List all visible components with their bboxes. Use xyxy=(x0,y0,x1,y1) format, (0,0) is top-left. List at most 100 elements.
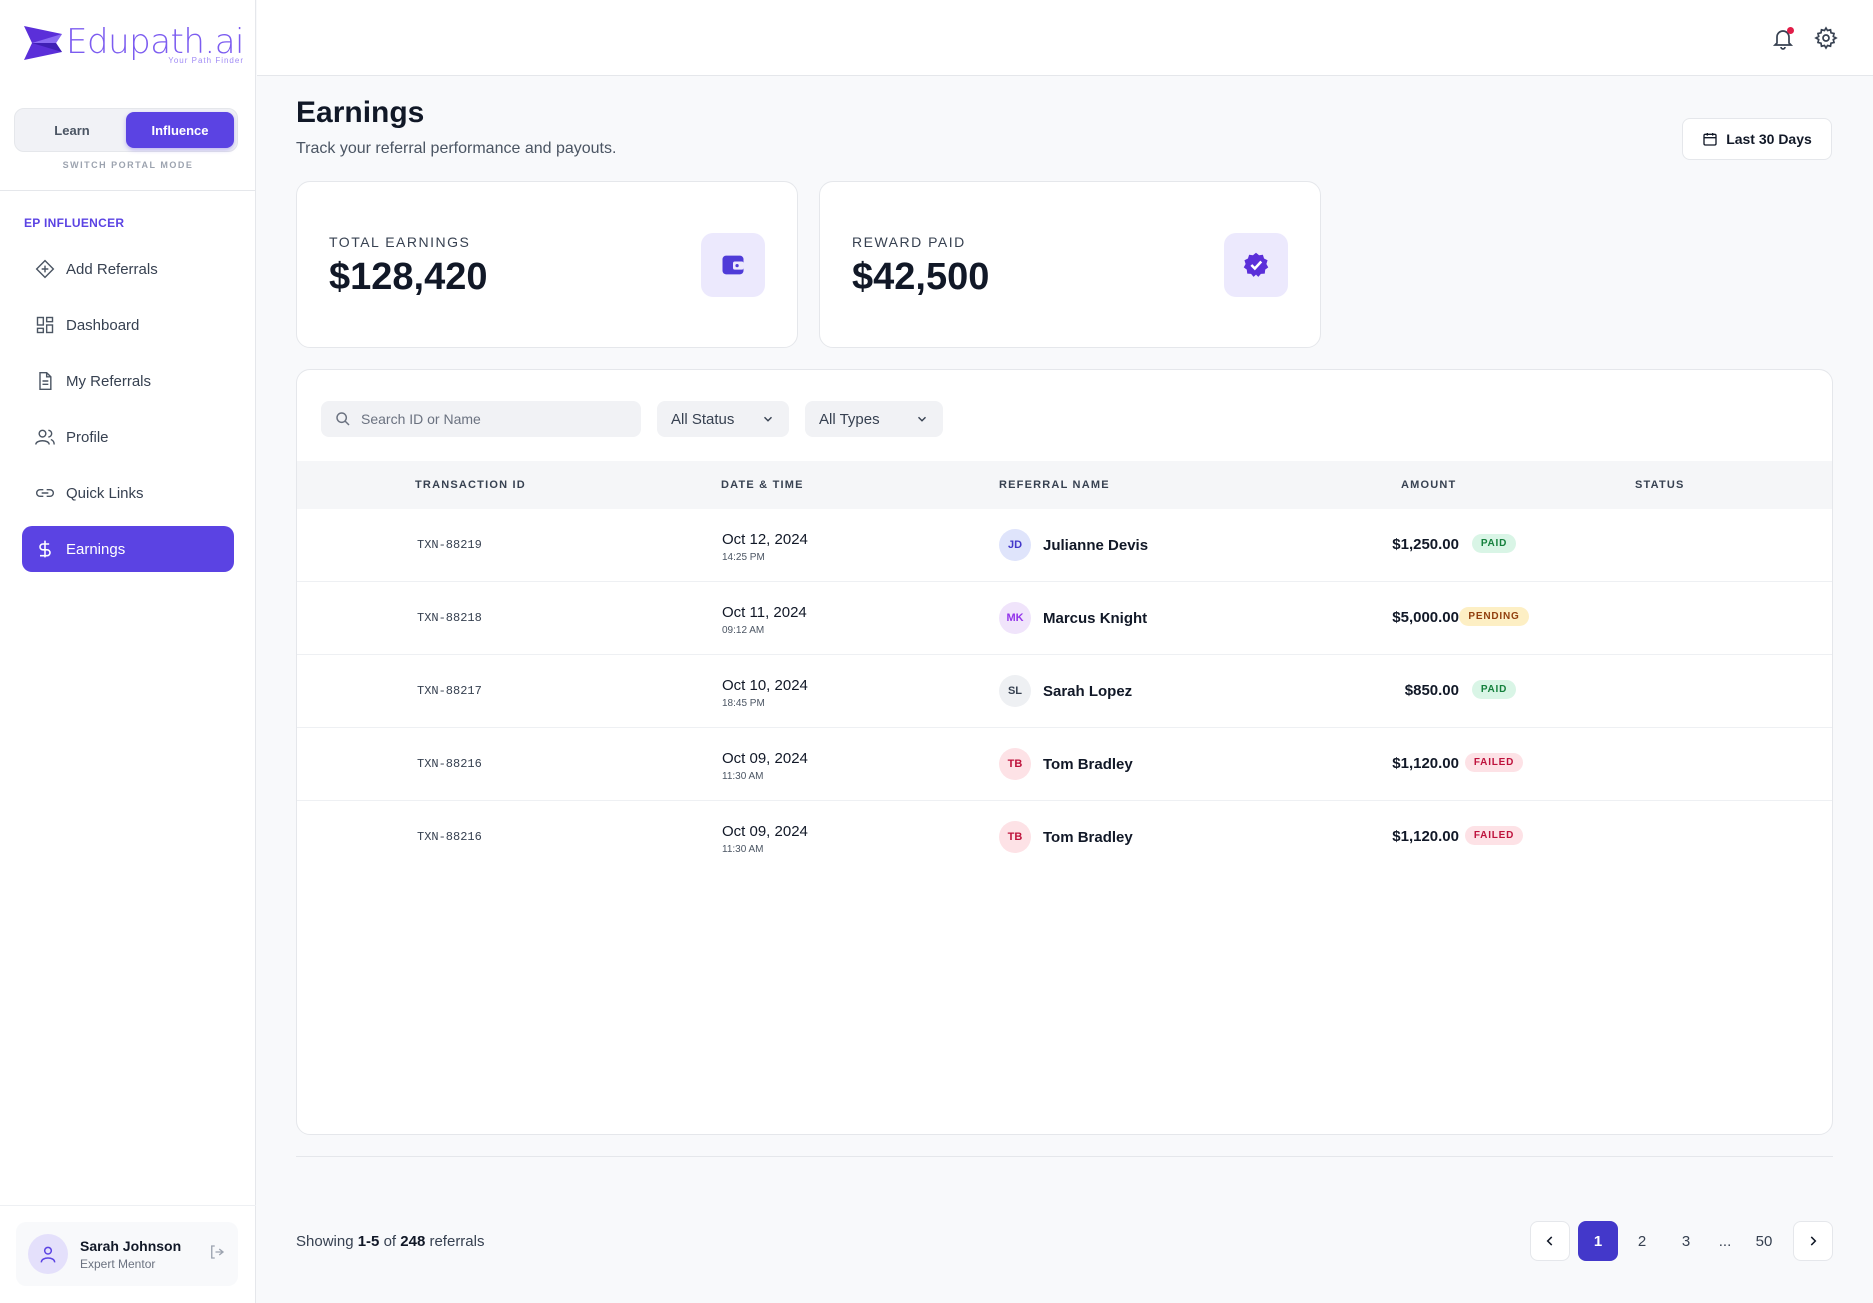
chevron-left-icon xyxy=(1546,1236,1553,1246)
sidebar-item-label: Add Referrals xyxy=(66,260,158,278)
sidebar-item-label: My Referrals xyxy=(66,372,152,390)
sidebar-item-add-referrals[interactable]: Add Referrals xyxy=(22,246,234,292)
users-icon xyxy=(34,426,56,448)
referral-avatar: JD xyxy=(999,529,1031,561)
brand-name: Edupath.ai xyxy=(66,22,245,62)
sidebar-item-my-referrals[interactable]: My Referrals xyxy=(22,358,234,404)
date-range-label: Last 30 Days xyxy=(1726,131,1812,147)
row-date: Oct 12, 2024 xyxy=(722,531,808,548)
diamond-plus-icon xyxy=(34,258,56,280)
status-badge: PAID xyxy=(1471,534,1517,553)
mode-influence-button[interactable]: Influence xyxy=(126,112,234,148)
referral-name: Marcus Knight xyxy=(1043,610,1148,627)
search-icon xyxy=(336,412,350,426)
sidebar-item-earnings[interactable]: Earnings xyxy=(22,526,234,572)
column-header-referral-name: REFERRAL NAME xyxy=(999,479,1110,491)
verified-badge-icon xyxy=(1224,233,1288,297)
footer-divider xyxy=(296,1156,1833,1157)
brand-logo[interactable]: Edupath.ai Your Path Finder xyxy=(22,22,245,65)
table-row[interactable]: TXN-88219 Oct 12, 2024 14:25 PM JD Julia… xyxy=(297,509,1832,582)
status-filter-value: All Status xyxy=(671,410,735,428)
table-row[interactable]: TXN-88216 Oct 09, 2024 11:30 AM TB Tom B… xyxy=(297,728,1832,801)
document-icon xyxy=(34,370,56,392)
showing-range: 1-5 xyxy=(357,1233,380,1250)
logo-mark-icon xyxy=(24,26,62,60)
sidebar-item-label: Quick Links xyxy=(66,484,144,502)
showing-of: of xyxy=(383,1233,397,1250)
showing-prefix: Showing xyxy=(296,1233,354,1250)
user-card: Sarah Johnson Expert Mentor xyxy=(16,1222,238,1286)
user-icon xyxy=(40,1246,56,1263)
sidebar-item-label: Profile xyxy=(66,428,109,446)
next-page-button[interactable] xyxy=(1793,1221,1833,1261)
wallet-icon xyxy=(701,233,765,297)
referral-avatar: TB xyxy=(999,748,1031,780)
type-filter-select[interactable]: All Types xyxy=(805,401,943,437)
notification-dot xyxy=(1787,27,1794,34)
total-earnings-card: TOTAL EARNINGS $128,420 xyxy=(296,181,798,348)
row-date: Oct 11, 2024 xyxy=(722,604,807,621)
referral-name: Tom Bradley xyxy=(1043,829,1133,846)
sidebar-section-label: EP INFLUENCER xyxy=(24,216,125,230)
sidebar: Edupath.ai Your Path Finder Learn Influe… xyxy=(0,0,256,1303)
mode-caption: SWITCH PORTAL MODE xyxy=(62,160,194,170)
page-subtitle: Track your referral performance and payo… xyxy=(296,140,617,157)
stat-label: TOTAL EARNINGS xyxy=(329,234,471,250)
showing-total: 248 xyxy=(400,1233,426,1250)
transaction-id: TXN-88216 xyxy=(417,830,482,844)
type-filter-value: All Types xyxy=(819,410,880,428)
column-header-transaction-id: TRANSACTION ID xyxy=(415,479,526,491)
row-date: Oct 10, 2024 xyxy=(722,677,808,694)
table-row[interactable]: TXN-88217 Oct 10, 2024 18:45 PM SL Sarah… xyxy=(297,655,1832,728)
page-button-3[interactable]: 3 xyxy=(1666,1221,1706,1261)
referral-name: Julianne Devis xyxy=(1043,537,1149,554)
page-button-50[interactable]: 50 xyxy=(1744,1221,1784,1261)
referral-avatar: MK xyxy=(999,602,1031,634)
row-time: 14:25 PM xyxy=(722,552,765,563)
page-button-2[interactable]: 2 xyxy=(1622,1221,1662,1261)
sidebar-item-label: Earnings xyxy=(66,540,126,558)
table-row[interactable]: TXN-88216 Oct 09, 2024 11:30 AM TB Tom B… xyxy=(297,801,1832,874)
transaction-id: TXN-88217 xyxy=(417,684,482,698)
search-input[interactable] xyxy=(361,411,621,427)
status-badge: PAID xyxy=(1471,680,1517,699)
row-time: 09:12 AM xyxy=(722,625,765,636)
stat-label: REWARD PAID xyxy=(852,234,966,250)
sidebar-item-profile[interactable]: Profile xyxy=(22,414,234,460)
stat-value: $42,500 xyxy=(852,256,990,298)
referral-name: Sarah Lopez xyxy=(1043,683,1133,700)
chevron-down-icon xyxy=(764,416,772,422)
portal-mode-toggle: Learn Influence xyxy=(14,108,238,152)
row-time: 11:30 AM xyxy=(722,771,764,782)
topbar xyxy=(257,0,1873,76)
page-button-1[interactable]: 1 xyxy=(1578,1221,1618,1261)
bell-icon[interactable] xyxy=(1771,26,1795,50)
link-icon xyxy=(34,482,56,504)
user-name: Sarah Johnson xyxy=(80,1237,182,1254)
stat-value: $128,420 xyxy=(329,256,488,298)
transaction-id: TXN-88216 xyxy=(417,757,482,771)
column-header-status: STATUS xyxy=(1635,479,1685,491)
sidebar-bottom-divider xyxy=(0,1205,256,1206)
transactions-card: All Status All Types TRANSACTION ID DATE… xyxy=(296,369,1833,1135)
table-row[interactable]: TXN-88218 Oct 11, 2024 09:12 AM MK Marcu… xyxy=(297,582,1832,655)
row-date: Oct 09, 2024 xyxy=(722,750,808,767)
mode-learn-button[interactable]: Learn xyxy=(18,112,126,148)
chevron-down-icon xyxy=(918,416,926,422)
gear-icon[interactable] xyxy=(1814,26,1838,50)
page-ellipsis: ... xyxy=(1718,1232,1732,1250)
status-filter-select[interactable]: All Status xyxy=(657,401,789,437)
prev-page-button[interactable] xyxy=(1530,1221,1570,1261)
sidebar-item-dashboard[interactable]: Dashboard xyxy=(22,302,234,348)
sidebar-item-label: Dashboard xyxy=(66,316,140,334)
logout-icon[interactable] xyxy=(208,1243,226,1266)
table-header: TRANSACTION ID DATE & TIME REFERRAL NAME… xyxy=(297,461,1832,509)
date-range-button[interactable]: Last 30 Days xyxy=(1682,118,1832,160)
referral-avatar: TB xyxy=(999,821,1031,853)
chevron-right-icon xyxy=(1810,1236,1817,1246)
sidebar-item-quick-links[interactable]: Quick Links xyxy=(22,470,234,516)
sidebar-divider xyxy=(0,190,256,191)
status-badge: PENDING xyxy=(1459,607,1529,626)
row-time: 18:45 PM xyxy=(722,698,765,709)
avatar[interactable] xyxy=(28,1234,68,1274)
